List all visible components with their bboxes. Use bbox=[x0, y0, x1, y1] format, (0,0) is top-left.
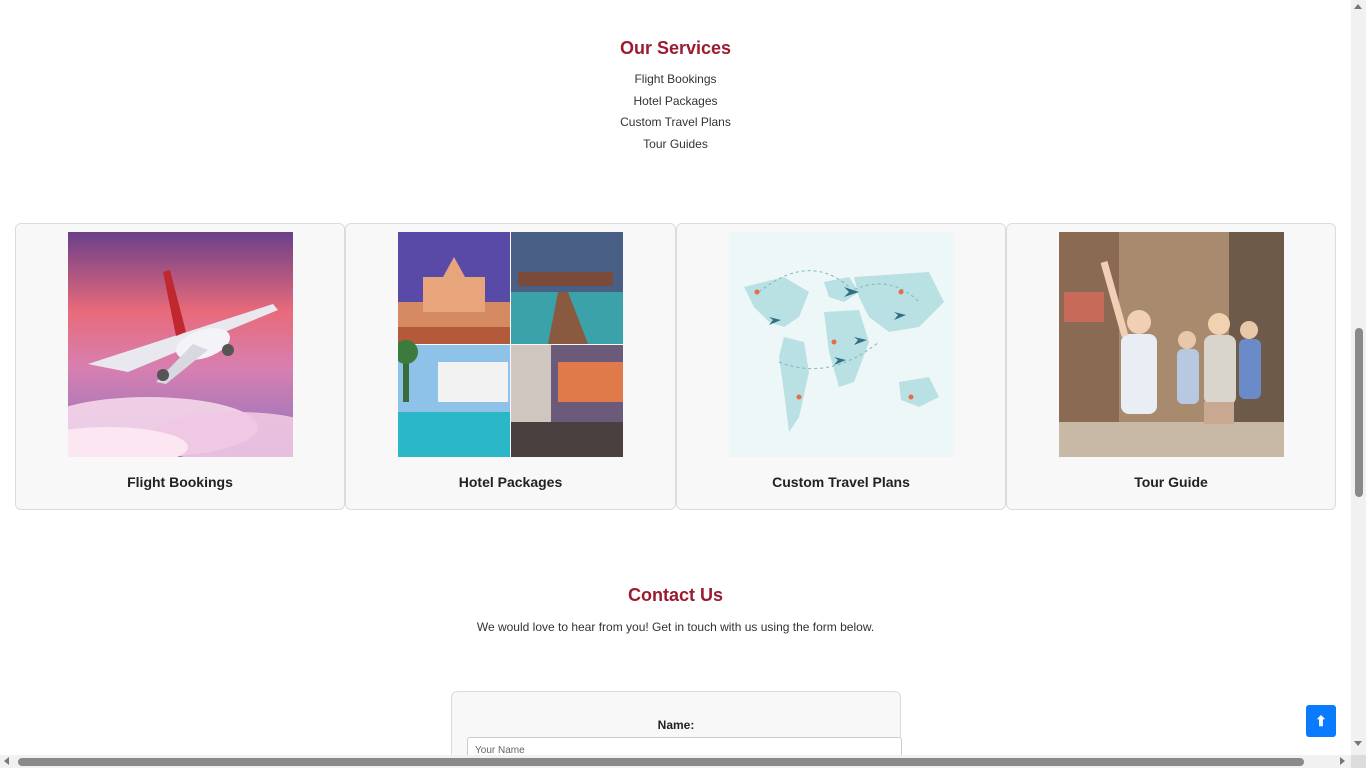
name-label: Name: bbox=[657, 718, 695, 732]
services-list-item: Hotel Packages bbox=[633, 93, 718, 108]
scroll-down-arrow-icon[interactable] bbox=[1354, 741, 1362, 746]
arrow-up-icon: ⬆ bbox=[1315, 713, 1327, 729]
card-label: Hotel Packages bbox=[458, 474, 563, 490]
back-to-top-button[interactable]: ⬆ bbox=[1306, 705, 1336, 737]
service-cards: Flight Bookings Hotel Packages Custom Tr… bbox=[15, 223, 1336, 512]
services-title: Our Services bbox=[619, 38, 732, 58]
service-card-hotel[interactable]: Hotel Packages bbox=[345, 223, 676, 510]
scrollbar-corner bbox=[1351, 755, 1366, 768]
card-label: Tour Guide bbox=[1134, 474, 1208, 490]
service-card-custom-plans[interactable]: Custom Travel Plans bbox=[676, 223, 1006, 510]
services-list-item: Tour Guides bbox=[643, 136, 708, 151]
flight-image bbox=[68, 232, 293, 457]
scroll-left-arrow-icon[interactable] bbox=[4, 757, 9, 765]
horizontal-scroll-thumb[interactable] bbox=[18, 758, 1304, 766]
hotel-collage-image bbox=[398, 232, 623, 457]
card-label: Flight Bookings bbox=[127, 474, 233, 490]
contact-subtitle: We would love to hear from you! Get in t… bbox=[476, 620, 875, 634]
contact-form: Name: bbox=[451, 691, 902, 755]
contact-section: Contact Us We would love to hear from yo… bbox=[0, 585, 1351, 634]
service-card-tour-guide[interactable]: Tour Guide bbox=[1006, 223, 1336, 510]
vertical-scrollbar[interactable] bbox=[1351, 0, 1366, 755]
name-input[interactable] bbox=[467, 737, 902, 755]
scroll-right-arrow-icon[interactable] bbox=[1340, 757, 1345, 765]
contact-title: Contact Us bbox=[627, 585, 723, 605]
services-section: Our Services Flight Bookings Hotel Packa… bbox=[0, 38, 1351, 155]
vertical-scroll-thumb[interactable] bbox=[1355, 328, 1363, 497]
service-card-flight[interactable]: Flight Bookings bbox=[15, 223, 345, 510]
services-list-item: Custom Travel Plans bbox=[620, 115, 731, 129]
scroll-up-arrow-icon[interactable] bbox=[1354, 4, 1362, 9]
tour-group-image bbox=[1059, 232, 1284, 457]
page: Our Services Flight Bookings Hotel Packa… bbox=[0, 0, 1351, 755]
world-map-image bbox=[729, 232, 954, 457]
services-list-item: Flight Bookings bbox=[634, 72, 717, 86]
horizontal-scrollbar[interactable] bbox=[0, 755, 1351, 768]
card-label: Custom Travel Plans bbox=[772, 474, 910, 490]
services-list: Flight Bookings Hotel Packages Custom Tr… bbox=[0, 69, 1351, 155]
